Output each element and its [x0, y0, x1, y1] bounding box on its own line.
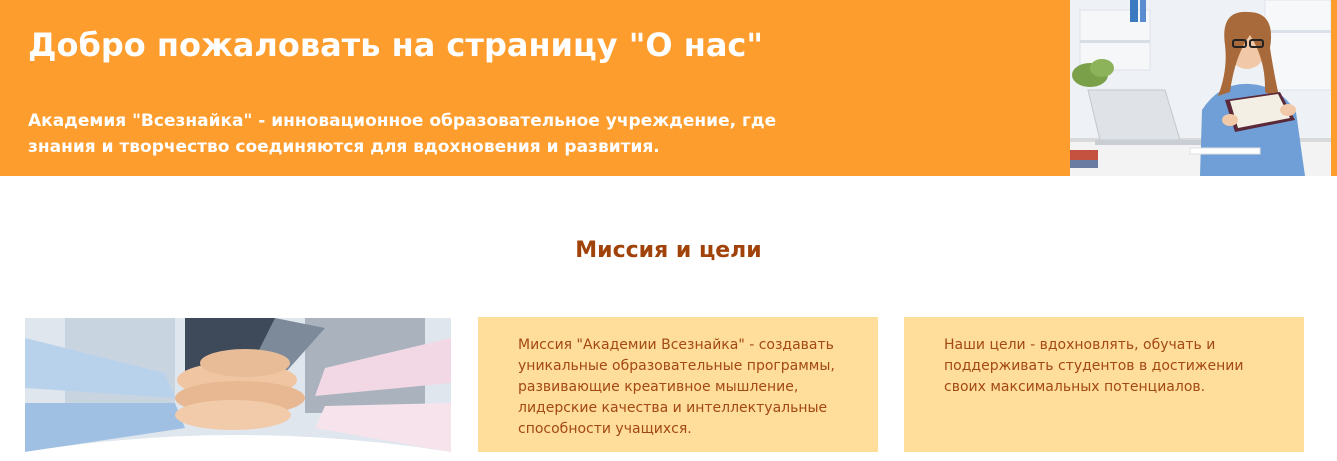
page-title: Добро пожаловать на страницу "О нас" — [28, 26, 764, 64]
mission-text: Миссия "Академии Всезнайка" - создавать … — [518, 337, 835, 437]
hero-student-photo — [1070, 0, 1331, 176]
hero-text-block: Добро пожаловать на страницу "О нас" Ака… — [28, 0, 1068, 176]
hero-banner: Добро пожаловать на страницу "О нас" Ака… — [0, 0, 1337, 176]
student-reading-image — [1070, 0, 1331, 176]
hero-subtitle: Академия "Всезнайка" - инновационное обр… — [28, 111, 777, 157]
mission-card: Миссия "Академии Всезнайка" - создавать … — [478, 317, 878, 452]
goals-card: Наши цели - вдохновлять, обучать и подде… — [904, 317, 1304, 452]
goals-text: Наши цели - вдохновлять, обучать и подде… — [944, 337, 1244, 395]
teamwork-hands-photo — [25, 318, 451, 452]
hands-together-image — [25, 318, 451, 452]
section-title-mission: Миссия и цели — [575, 238, 762, 263]
